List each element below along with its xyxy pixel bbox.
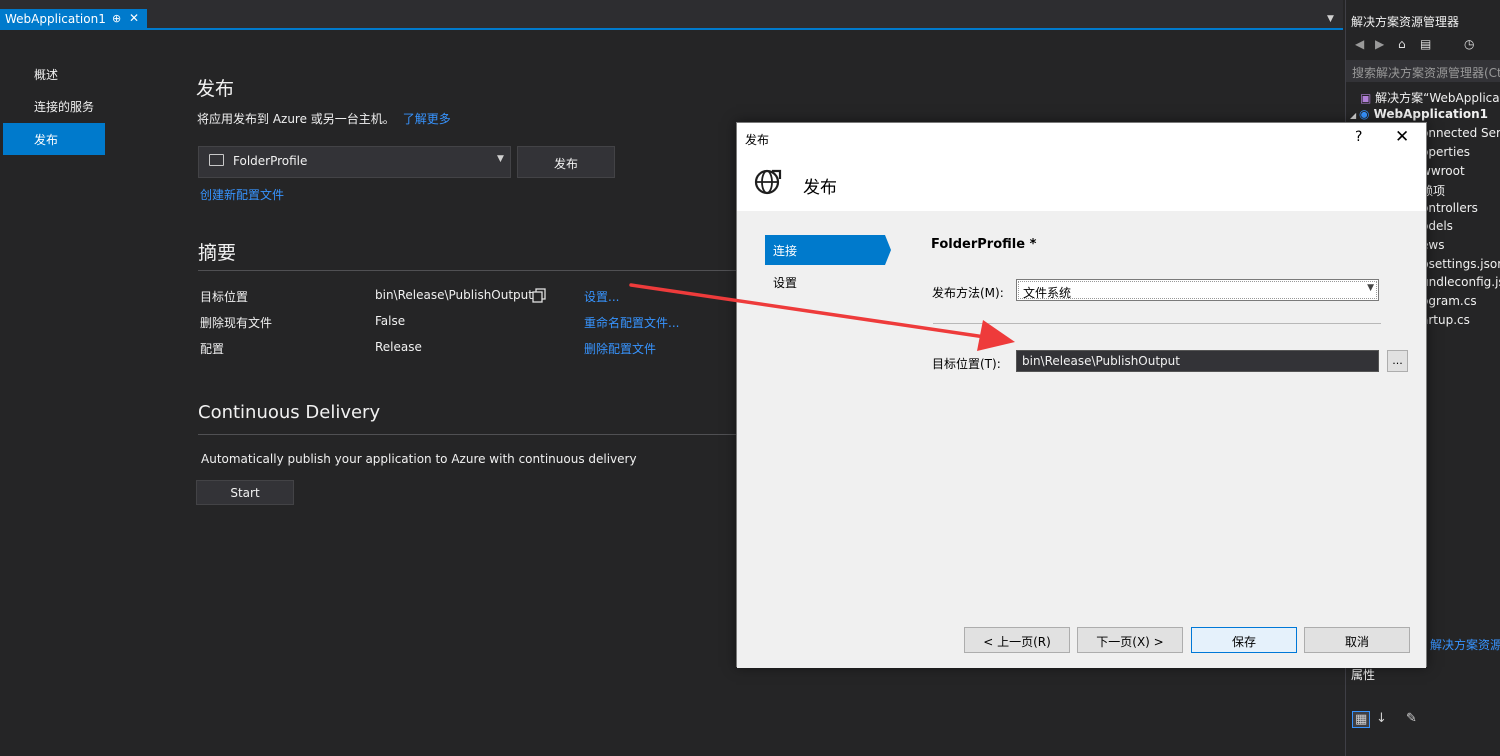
tree-item-connected-services[interactable]: onnected Serv [1421, 126, 1500, 140]
profile-dropdown-value: FolderProfile [233, 154, 308, 168]
help-icon[interactable]: ? [1355, 129, 1362, 145]
tree-item-startup[interactable]: artup.cs [1421, 313, 1470, 327]
solution-explorer-tab[interactable]: 解决方案资源 [1430, 636, 1500, 653]
chevron-down-icon: ▼ [1367, 283, 1374, 293]
tree-item-project-label: WebApplication1 [1373, 107, 1489, 121]
publish-page-nav: 概述 连接的服务 发布 [0, 32, 150, 756]
nav-item-publish[interactable]: 发布 [3, 123, 105, 155]
description-text: 将应用发布到 Azure 或另一台主机。 [197, 112, 395, 126]
tree-item-bundleconfig[interactable]: undleconfig.js [1421, 275, 1500, 289]
publish-dialog: 发布 ? ✕ 发布 连接 设置 FolderProfile * 发布方法(M):… [736, 122, 1427, 668]
profile-dropdown[interactable]: FolderProfile ▼ [198, 146, 511, 178]
cancel-button[interactable]: 取消 [1304, 627, 1410, 653]
cd-description: Automatically publish your application t… [201, 452, 637, 466]
step-connection[interactable]: 连接 [765, 235, 891, 265]
dialog-title: 发布 [745, 133, 770, 147]
project-icon: ◉ [1358, 107, 1374, 121]
solution-search-input[interactable]: 搜索解决方案资源管理器(Ctrl [1346, 60, 1500, 82]
continuous-delivery-heading: Continuous Delivery [198, 402, 381, 423]
start-button[interactable]: Start [196, 480, 294, 505]
save-button[interactable]: 保存 [1191, 627, 1297, 653]
publish-button[interactable]: 发布 [517, 146, 615, 178]
dialog-header-title: 发布 [803, 178, 837, 198]
dialog-divider [933, 323, 1381, 324]
properties-title: 属性 [1351, 668, 1376, 682]
learn-more-link[interactable]: 了解更多 [403, 112, 451, 126]
dialog-close-icon[interactable]: ✕ [1395, 127, 1409, 147]
categorized-icon[interactable]: ▦ [1352, 711, 1371, 728]
target-location-input[interactable]: bin\Release\PublishOutput [1016, 350, 1379, 372]
tree-item-appsettings[interactable]: psettings.json [1421, 257, 1500, 271]
settings-link[interactable]: 设置... [584, 288, 619, 305]
page-title: 发布 [196, 78, 235, 100]
copy-icon[interactable] [532, 288, 546, 303]
property-pages-icon[interactable]: ✎ [1406, 711, 1417, 726]
summary-label-delete-files: 删除现有文件 [200, 316, 273, 330]
create-profile-link[interactable]: 创建新配置文件 [200, 186, 284, 203]
globe-publish-icon [754, 169, 782, 195]
tree-item-project[interactable]: ◢ ◉ WebApplication1 [1350, 107, 1488, 121]
properties-toolbar: ▦ ↓ ✎ [1346, 705, 1500, 731]
switch-views-icon[interactable]: ▤ [1420, 37, 1431, 51]
summary-label-configuration: 配置 [200, 342, 225, 356]
next-button[interactable]: 下一页(X) > [1077, 627, 1183, 653]
document-tab[interactable]: WebApplication1 ⊕ ✕ [0, 9, 147, 30]
profile-heading: FolderProfile * [931, 237, 1037, 252]
summary-value-delete-files: False [375, 314, 406, 328]
publish-method-value: 文件系统 [1018, 281, 1377, 300]
solution-explorer-toolbar: ◀ ▶ ⌂ ▤ ◷ [1346, 35, 1500, 57]
home-icon[interactable]: ⌂ [1398, 37, 1406, 51]
publish-method-label: 发布方法(M): [932, 286, 1004, 300]
tree-item-program[interactable]: ogram.cs [1421, 294, 1477, 308]
chevron-down-icon: ▼ [497, 154, 504, 164]
forward-icon[interactable]: ▶ [1375, 37, 1384, 51]
step-settings[interactable]: 设置 [765, 267, 891, 297]
summary-heading: 摘要 [198, 242, 237, 264]
tab-list-dropdown-icon[interactable]: ▼ [1327, 14, 1334, 24]
rename-profile-link[interactable]: 重命名配置文件... [584, 314, 679, 331]
summary-label-target: 目标位置 [200, 290, 249, 304]
document-tab-title: WebApplication1 [5, 12, 106, 26]
page-description: 将应用发布到 Azure 或另一台主机。 了解更多 [197, 110, 451, 127]
dialog-titlebar: 发布 ? ✕ [737, 123, 1426, 153]
alphabetical-icon[interactable]: ↓ [1376, 711, 1387, 726]
expand-icon: ◢ [1350, 111, 1359, 120]
cd-divider [198, 434, 738, 435]
summary-divider [198, 270, 738, 271]
history-icon[interactable]: ◷ [1464, 37, 1474, 51]
document-tab-strip: WebApplication1 ⊕ ✕ ▼ [0, 0, 1343, 30]
nav-item-connected-services[interactable]: 连接的服务 [3, 90, 105, 122]
folder-icon [209, 154, 224, 166]
tree-item-solution[interactable]: ▣ 解决方案“WebApplica [1360, 89, 1500, 106]
dialog-header: 发布 [737, 153, 1426, 211]
solution-icon: ▣ [1360, 91, 1376, 105]
target-location-label: 目标位置(T): [932, 357, 1001, 371]
solution-search-placeholder: 搜索解决方案资源管理器(Ctrl [1352, 66, 1500, 80]
prev-button[interactable]: < 上一页(R) [964, 627, 1070, 653]
tree-item-controllers[interactable]: ontrollers [1421, 201, 1478, 215]
tree-item-wwwroot[interactable]: wwroot [1421, 164, 1465, 178]
summary-value-target: bin\Release\PublishOutput [375, 288, 533, 302]
tree-item-solution-label: 解决方案“WebApplica [1375, 91, 1500, 105]
pin-icon[interactable]: ⊕ [112, 12, 121, 25]
browse-button[interactable]: ... [1387, 350, 1408, 372]
solution-explorer-title: 解决方案资源管理器 [1351, 15, 1460, 29]
close-tab-icon[interactable]: ✕ [129, 11, 139, 25]
tree-item-properties[interactable]: operties [1421, 145, 1470, 159]
summary-value-configuration: Release [375, 340, 422, 354]
back-icon[interactable]: ◀ [1355, 37, 1364, 51]
publish-method-select[interactable]: 文件系统 ▼ [1016, 279, 1379, 301]
delete-profile-link[interactable]: 删除配置文件 [584, 340, 656, 357]
dialog-body: 连接 设置 FolderProfile * 发布方法(M): 文件系统 ▼ 目标… [737, 211, 1426, 668]
nav-item-overview[interactable]: 概述 [3, 58, 105, 90]
